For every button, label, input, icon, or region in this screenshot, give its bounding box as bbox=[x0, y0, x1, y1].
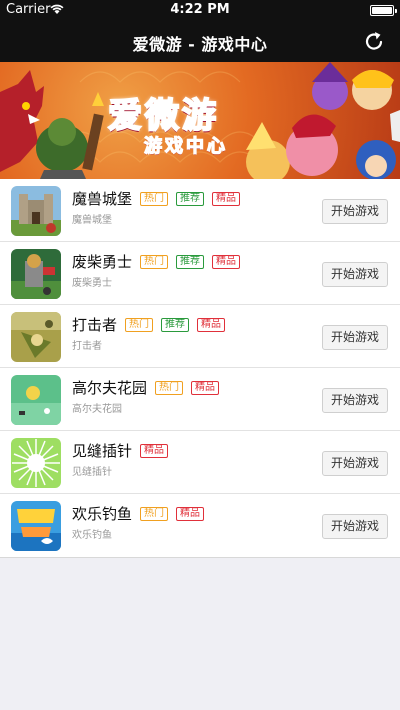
start-game-button[interactable]: 开始游戏 bbox=[322, 262, 388, 287]
game-tags: 热门 推荐 精品 bbox=[125, 318, 225, 332]
tag-best-badge: 精品 bbox=[212, 255, 240, 269]
start-game-button[interactable]: 开始游戏 bbox=[322, 388, 388, 413]
status-bar: Carrier 4:22 PM bbox=[0, 0, 400, 20]
game-row[interactable]: 打击者 打击者 热门 推荐 精品 开始游戏 bbox=[0, 305, 400, 368]
start-game-button[interactable]: 开始游戏 bbox=[322, 514, 388, 539]
start-game-button[interactable]: 开始游戏 bbox=[322, 451, 388, 476]
game-row[interactable]: 欢乐钓鱼 欢乐钓鱼 热门 精品 开始游戏 bbox=[0, 494, 400, 557]
game-name: 欢乐钓鱼 bbox=[72, 505, 133, 523]
game-tags: 精品 bbox=[140, 444, 168, 458]
game-tags: 热门 精品 bbox=[140, 507, 204, 521]
game-description: 欢乐钓鱼 bbox=[72, 530, 112, 541]
game-description: 高尔夫花园 bbox=[72, 404, 122, 415]
tag-hot-badge: 热门 bbox=[140, 192, 168, 206]
banner-subtitle: 游戏中心 bbox=[143, 135, 228, 157]
navigation-bar: 爱微游 - 游戏中心 bbox=[0, 20, 400, 62]
start-game-button[interactable]: 开始游戏 bbox=[322, 325, 388, 350]
tag-hot-badge: 热门 bbox=[125, 318, 153, 332]
banner-title: 爱微游 bbox=[107, 95, 219, 137]
game-row[interactable]: 见缝插针 见缝插针 精品 开始游戏 bbox=[0, 431, 400, 494]
tag-hot-badge: 热门 bbox=[140, 255, 168, 269]
game-list: 魔兽城堡 魔兽城堡 热门 推荐 精品 开始游戏 废柴勇士 废柴勇士 热门 推荐 精品 开始游戏 打击… bbox=[0, 179, 400, 558]
banner[interactable]: 爱微游 游戏中心 bbox=[0, 62, 400, 179]
pin-game-icon bbox=[11, 438, 61, 488]
game-tags: 热门 推荐 精品 bbox=[140, 255, 240, 269]
game-row[interactable]: 高尔夫花园 高尔夫花园 热门 精品 开始游戏 bbox=[0, 368, 400, 431]
tag-hot-badge: 热门 bbox=[155, 381, 183, 395]
battery-icon bbox=[370, 5, 397, 16]
tag-recommend-badge: 推荐 bbox=[161, 318, 189, 332]
status-time: 4:22 PM bbox=[170, 2, 230, 17]
refresh-icon[interactable] bbox=[362, 29, 386, 53]
game-name: 高尔夫花园 bbox=[72, 379, 148, 397]
tag-recommend-badge: 推荐 bbox=[176, 192, 204, 206]
tag-recommend-badge: 推荐 bbox=[176, 255, 204, 269]
castle-game-icon bbox=[11, 186, 61, 236]
fishing-game-icon bbox=[11, 501, 61, 551]
game-tags: 热门 推荐 精品 bbox=[140, 192, 240, 206]
game-description: 魔兽城堡 bbox=[72, 215, 112, 226]
striker-game-icon bbox=[11, 312, 61, 362]
golf-game-icon bbox=[11, 375, 61, 425]
tag-best-badge: 精品 bbox=[197, 318, 225, 332]
game-description: 废柴勇士 bbox=[72, 278, 112, 289]
game-tags: 热门 精品 bbox=[155, 381, 219, 395]
game-name: 魔兽城堡 bbox=[72, 190, 133, 208]
game-description: 打击者 bbox=[72, 341, 102, 352]
tag-best-badge: 精品 bbox=[176, 507, 204, 521]
game-row[interactable]: 魔兽城堡 魔兽城堡 热门 推荐 精品 开始游戏 bbox=[0, 179, 400, 242]
game-name: 见缝插针 bbox=[72, 442, 133, 460]
tag-best-badge: 精品 bbox=[191, 381, 219, 395]
game-name: 打击者 bbox=[72, 316, 118, 334]
game-row[interactable]: 废柴勇士 废柴勇士 热门 推荐 精品 开始游戏 bbox=[0, 242, 400, 305]
page-title: 爱微游 - 游戏中心 bbox=[132, 35, 268, 54]
start-game-button[interactable]: 开始游戏 bbox=[322, 199, 388, 224]
warrior-game-icon bbox=[11, 249, 61, 299]
game-description: 见缝插针 bbox=[72, 467, 112, 478]
game-name: 废柴勇士 bbox=[72, 253, 133, 271]
tag-best-badge: 精品 bbox=[140, 444, 168, 458]
tag-best-badge: 精品 bbox=[212, 192, 240, 206]
tag-hot-badge: 热门 bbox=[140, 507, 168, 521]
